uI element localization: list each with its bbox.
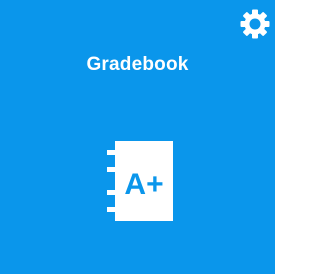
gradebook-notebook-icon: A+ — [107, 141, 173, 221]
gear-icon[interactable] — [239, 8, 271, 40]
grade-text: A+ — [124, 168, 163, 201]
gradebook-tile[interactable]: Gradebook A+ — [0, 0, 275, 274]
tile-title: Gradebook — [86, 54, 189, 75]
